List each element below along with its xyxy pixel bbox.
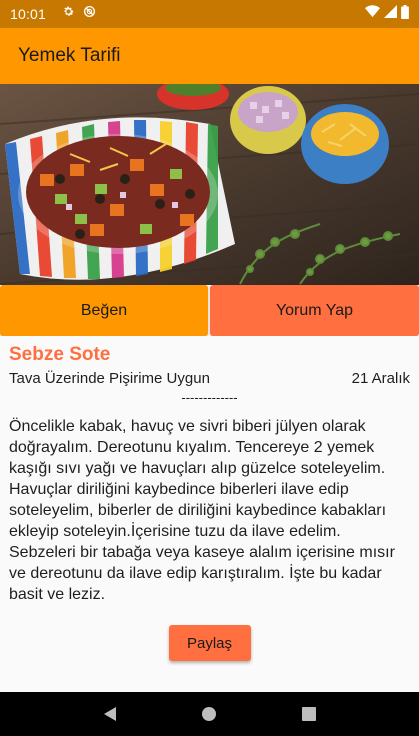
recipe-meta: Tava Üzerinde Pişirime Uygun 21 Aralık (9, 370, 410, 388)
hero-image (0, 84, 419, 285)
like-button[interactable]: Beğen (0, 285, 208, 336)
share-wrap: Paylaş (9, 625, 410, 661)
recents-icon[interactable] (289, 694, 329, 734)
gear-icon (62, 5, 75, 23)
home-icon[interactable] (189, 694, 229, 734)
recipe-card: Sebze Sote Tava Üzerinde Pişirime Uygun … (0, 336, 419, 692)
status-bar: 10:01 (0, 0, 419, 28)
app-bar: Yemek Tarifi (0, 28, 419, 84)
recipe-title: Sebze Sote (9, 344, 111, 365)
wifi-icon (365, 5, 380, 23)
salad-photo (0, 84, 419, 285)
status-time: 10:01 (10, 6, 47, 22)
back-icon[interactable] (90, 694, 130, 734)
recipe-date: 21 Aralık (351, 370, 410, 387)
do-not-disturb-icon (83, 5, 96, 23)
navigation-bar (0, 692, 419, 736)
recipe-description: Öncelikle kabak, havuç ve sivri biberi j… (9, 418, 395, 603)
app-title: Yemek Tarifi (18, 45, 121, 66)
recipe-subtitle: Tava Üzerinde Pişirime Uygun (9, 370, 210, 387)
status-right-icons (365, 4, 409, 24)
battery-icon (401, 4, 409, 24)
signal-icon (384, 5, 397, 23)
status-left-icons (62, 5, 96, 23)
action-buttons: Beğen Yorum Yap (0, 285, 419, 336)
share-button[interactable]: Paylaş (168, 625, 251, 661)
divider: ------------- (181, 390, 238, 405)
comment-button[interactable]: Yorum Yap (210, 285, 419, 336)
